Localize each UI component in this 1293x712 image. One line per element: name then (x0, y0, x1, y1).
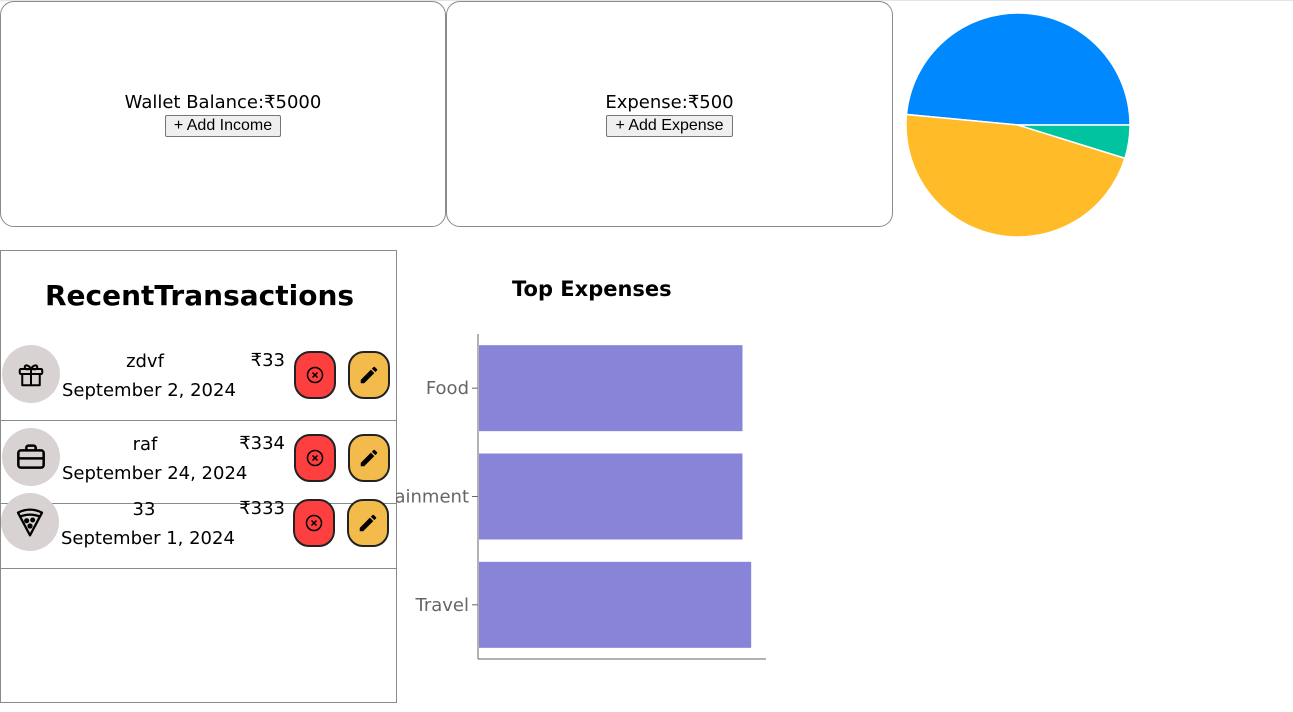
edit-transaction-button[interactable] (348, 434, 390, 482)
close-circle-icon (306, 449, 324, 467)
transaction-name: zdvf (126, 351, 164, 372)
pencil-icon (360, 366, 378, 384)
add-expense-button[interactable]: + Add Expense (606, 114, 733, 137)
wallet-balance-label: Wallet Balance: (124, 91, 265, 113)
delete-transaction-button[interactable] (294, 351, 336, 399)
delete-transaction-button[interactable] (294, 434, 336, 482)
delete-transaction-button[interactable] (293, 499, 335, 547)
expense-card: Expense:₹500 + Add Expense (446, 1, 893, 227)
edit-transaction-button[interactable] (347, 499, 389, 547)
gift-icon (2, 345, 60, 403)
pie-slice-blue (905, 12, 1131, 126)
expense-label: Expense: (605, 91, 688, 113)
top-expenses-title: Top Expenses (512, 277, 672, 301)
transaction-amount: ₹333 (239, 498, 285, 519)
edit-transaction-button[interactable] (348, 351, 390, 399)
add-income-button[interactable]: + Add Income (164, 114, 282, 137)
recent-transactions-title: RecentTransactions (44, 279, 355, 312)
recent-transactions-panel: RecentTransactions zdvf ₹33 September 2,… (0, 250, 397, 703)
pizza-icon (1, 493, 59, 551)
transaction-amount: ₹334 (239, 433, 285, 454)
y-axis-tick-label: Food (426, 378, 469, 399)
transaction-row: zdvf ₹33 September 2, 2024 (1, 339, 396, 421)
bar-entertainment (479, 453, 743, 540)
y-axis-tick-label: Travel (414, 595, 469, 616)
transaction-name: 33 (132, 499, 156, 520)
bar-food (479, 345, 743, 432)
pencil-icon (359, 514, 377, 532)
transaction-date: September 2, 2024 (62, 380, 236, 401)
transaction-name: raf (132, 434, 158, 455)
transaction-amount: ₹33 (250, 350, 285, 371)
close-circle-icon (305, 514, 323, 532)
y-axis-tick-label: ainment (396, 487, 469, 508)
expense-pie-chart (905, 12, 1131, 238)
wallet-balance-amount: ₹5000 (264, 91, 322, 113)
expense-text: Expense:₹500 (605, 92, 733, 114)
transaction-row: 33 ₹333 September 1, 2024 (1, 487, 396, 569)
transaction-date: September 1, 2024 (61, 528, 235, 549)
pencil-icon (360, 449, 378, 467)
top-expenses-bar-chart: Food ainment Travel (396, 334, 766, 660)
transaction-date: September 24, 2024 (62, 463, 248, 484)
wallet-balance-text: Wallet Balance:₹5000 (125, 92, 322, 114)
expense-amount: ₹500 (687, 91, 734, 113)
bar-travel (479, 561, 752, 648)
briefcase-icon (2, 428, 60, 486)
close-circle-icon (306, 366, 324, 384)
wallet-balance-card: Wallet Balance:₹5000 + Add Income (0, 1, 446, 227)
